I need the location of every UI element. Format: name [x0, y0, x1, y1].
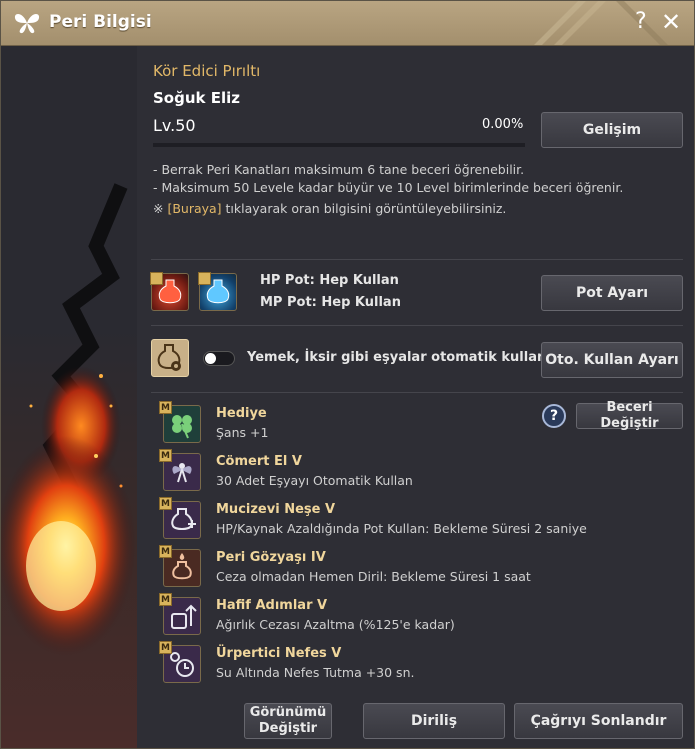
skill-name: Ürpertici Nefes V	[216, 646, 342, 661]
skill-name: Cömert El V	[216, 454, 302, 469]
butterfly-icon	[14, 13, 40, 34]
rate-info-link[interactable]: [Buraya]	[167, 201, 221, 216]
note-line-2: - Maksimum 50 Levele kadar büyür ve 10 L…	[153, 180, 624, 195]
flame-art	[1, 183, 136, 656]
skill-desc: HP/Kaynak Azaldığında Pot Kullan: Beklem…	[216, 521, 587, 536]
skill-help-button[interactable]: ?	[542, 404, 566, 428]
fairy-name: Soğuk Eliz	[153, 89, 240, 107]
change-appearance-button[interactable]: Görünümü Değiştir	[244, 703, 332, 739]
window-title: Peri Bilgisi	[49, 12, 152, 32]
skill-desc: 30 Adet Eşyayı Otomatik Kullan	[216, 473, 413, 488]
skill-badge: M	[159, 545, 172, 558]
skill-badge: M	[159, 401, 172, 414]
skill-desc: Ceza olmadan Hemen Diril: Bekleme Süresi…	[216, 569, 531, 584]
dismiss-summon-button[interactable]: Çağrıyı Sonlandır	[514, 703, 683, 739]
auto-use-label: Yemek, İksir gibi eşyalar otomatik kulla…	[247, 350, 570, 365]
note-line-1: - Berrak Peri Kanatları maksimum 6 tane …	[153, 162, 525, 177]
hp-potion-setting: HP Pot: Hep Kullan	[260, 273, 399, 288]
divider	[151, 392, 683, 393]
appearance-label-1: Görünümü	[249, 705, 327, 720]
exp-percent: 0.00%	[482, 117, 524, 132]
skill-desc: Su Altında Nefes Tutma +30 sn.	[216, 665, 415, 680]
fairy-type: Kör Edici Pırıltı	[153, 62, 261, 80]
info-mark: ※	[153, 201, 168, 216]
change-skill-button[interactable]: Beceri Değiştir	[576, 400, 683, 431]
skill-badge: M	[159, 593, 172, 606]
appearance-label-2: Değiştir	[258, 721, 318, 736]
toggle-knob	[205, 353, 216, 364]
mp-potion-badge	[198, 272, 211, 285]
potion-settings-button[interactable]: Pot Ayarı	[541, 275, 683, 311]
exp-bar	[153, 143, 525, 147]
upgrade-button[interactable]: Gelişim	[541, 112, 683, 148]
fairy-fire-artwork	[1, 46, 137, 748]
skill-desc: Ağırlık Cezası Azaltma (%125'e kadar)	[216, 617, 455, 632]
rate-info-line: ※ [Buraya] tıklayarak oran bilgisini gör…	[153, 201, 506, 216]
mp-potion-setting: MP Pot: Hep Kullan	[260, 295, 401, 310]
revive-button[interactable]: Diriliş	[363, 703, 505, 739]
skill-name: Hafif Adımlar V	[216, 598, 328, 613]
skill-name: Mucizevi Neşe V	[216, 502, 336, 517]
fairy-level: Lv.50	[153, 116, 196, 135]
divider	[151, 259, 683, 260]
divider	[151, 325, 683, 326]
skill-badge: M	[159, 449, 172, 462]
title-bar[interactable]: Peri Bilgisi ? ✕	[1, 1, 694, 46]
hp-potion-badge	[150, 272, 163, 285]
help-button[interactable]: ?	[635, 9, 647, 34]
skill-desc: Şans +1	[216, 425, 269, 440]
close-button[interactable]: ✕	[661, 8, 681, 36]
skill-badge: M	[159, 497, 172, 510]
auto-use-potion-icon	[151, 339, 189, 377]
auto-use-settings-button[interactable]: Oto. Kullan Ayarı	[541, 342, 683, 378]
skill-badge: M	[159, 641, 172, 654]
fairy-info-window: Peri Bilgisi ? ✕ Kör Edici Pırıltı Soğuk…	[0, 0, 695, 749]
fairy-content-panel	[137, 46, 694, 748]
rate-info-text: tıklayarak oran bilgisini görüntüleyebil…	[221, 201, 507, 216]
auto-use-toggle[interactable]	[203, 351, 235, 366]
skill-name: Peri Gözyaşı IV	[216, 550, 326, 565]
skill-name: Hediye	[216, 406, 267, 421]
